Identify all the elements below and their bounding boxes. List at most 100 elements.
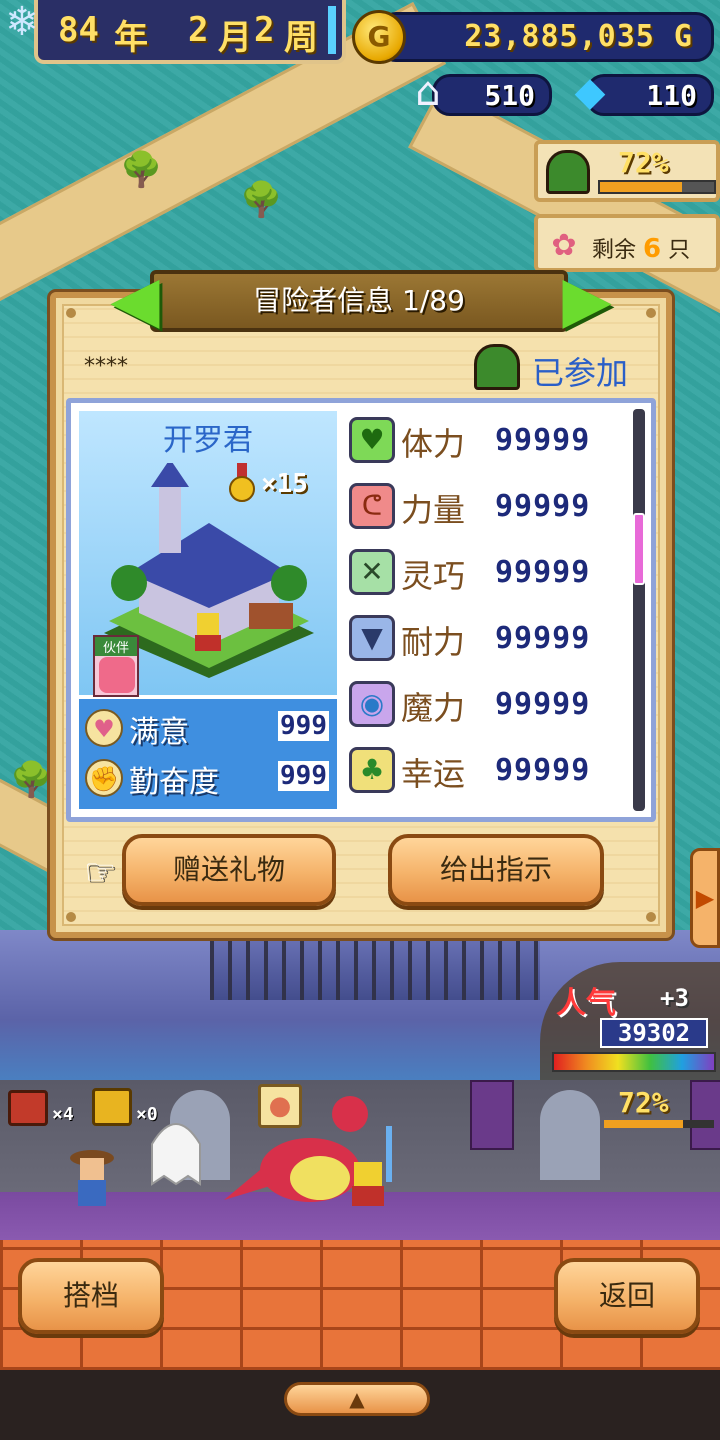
dialog-title: 冒险者信息 1/89 (150, 270, 568, 332)
clover-icon: ♣ (349, 747, 395, 793)
hall-banner (690, 1080, 720, 1150)
dungeon-progress-fill (600, 182, 683, 192)
house-icon: ⌂ (415, 69, 441, 115)
gem-count: 110 (646, 79, 697, 112)
house-count: 510 (484, 79, 535, 112)
shield-icon: ▼ (349, 615, 395, 661)
red-chest-icon (8, 1090, 48, 1126)
give-instruction-button[interactable]: 给出指示 (388, 834, 604, 906)
satisfaction-label: 满意 (129, 715, 189, 750)
monster-icon: ✿ (551, 228, 577, 263)
remaining-text: 剩余 6 只 (592, 232, 690, 264)
stat-label: 幸运 (401, 755, 466, 793)
crystal-icon: ◆ (574, 69, 606, 115)
remaining-unit: 只 (668, 238, 691, 263)
dead-tree-icon: 🌳 (10, 760, 53, 800)
date-display: 84 年 2 月 2 周 (34, 0, 346, 64)
year-value: 84 (58, 10, 99, 50)
week-unit: 周 (284, 18, 318, 58)
corner-nail (646, 308, 656, 318)
stat-label: 体力 (401, 425, 466, 463)
week-value: 2 (254, 10, 275, 50)
satisfaction-row: ♥ 满意 999 (79, 703, 337, 753)
date-scroll-indicator (328, 6, 336, 54)
castle-fence (210, 930, 540, 1000)
hall-progress-percent: 72% (618, 1086, 669, 1119)
popularity-gauge (552, 1052, 716, 1072)
heart-icon: ♥ (349, 417, 395, 463)
hall-progress-fill (604, 1120, 684, 1128)
medal-icon (229, 463, 255, 502)
partner-monster-icon (99, 657, 135, 693)
pointing-hand-icon: ☞ (84, 852, 117, 893)
month-value: 2 (188, 10, 209, 50)
red-chest-count: ×4 (52, 1104, 74, 1125)
magic-orb-icon: ◉ (349, 681, 395, 727)
next-adventurer-arrow-icon[interactable]: ▶ (562, 262, 612, 338)
corner-nail (66, 912, 76, 922)
popularity-bonus: +3 (660, 984, 689, 1012)
dungeon-progress-panel[interactable]: 72% (534, 140, 720, 202)
ghost-sprite (151, 1123, 201, 1186)
remaining-count: 6 (643, 234, 662, 264)
mood-panel: ♥ 满意 999 ✊ 勤奋度 999 (79, 699, 337, 809)
knight-sprite (352, 1126, 392, 1206)
dead-tree-icon: 🌳 (240, 180, 283, 220)
stat-value: 99999 (495, 489, 591, 524)
popularity-label: 人气 (556, 986, 616, 1021)
side-expand-tab[interactable]: ▶ (690, 848, 720, 948)
stat-row-dexterity: ✕ 灵巧 99999 (345, 545, 645, 603)
gold-chest-icon (92, 1088, 132, 1126)
give-gift-button[interactable]: 赠送礼物 (122, 834, 336, 906)
hall-banner (470, 1080, 514, 1150)
stat-value: 99999 (495, 621, 591, 656)
stat-value: 99999 (495, 687, 591, 722)
partner-badge[interactable]: 伙伴 (93, 635, 139, 697)
stat-label: 灵巧 (401, 557, 466, 595)
stats-scroll-thumb[interactable] (633, 513, 645, 585)
partner-button[interactable]: 搭档 (18, 1258, 164, 1334)
diligence-row: ✊ 勤奋度 999 (79, 753, 337, 803)
crossed-swords-icon: ✕ (349, 549, 395, 595)
gold-display: 23,885,035 G (378, 12, 714, 62)
back-button[interactable]: 返回 (554, 1258, 700, 1334)
stat-row-magic: ◉ 魔力 99999 (345, 677, 645, 735)
cave-icon (474, 344, 520, 390)
stat-row-luck: ♣ 幸运 99999 (345, 743, 645, 801)
stat-row-endurance: ▼ 耐力 99999 (345, 611, 645, 669)
hall-progress-bar (604, 1120, 714, 1128)
adventurer-name: 开罗君 (163, 423, 253, 458)
snowflake-icon[interactable]: ❄ (0, 0, 44, 44)
stat-value: 99999 (495, 423, 591, 458)
diligence-label: 勤奋度 (129, 765, 219, 800)
stat-label: 魔力 (401, 689, 466, 727)
cave-icon (546, 150, 590, 194)
gold-value: 23,885,035 G (464, 19, 693, 54)
gold-coin-icon: G (352, 10, 406, 64)
year-unit: 年 (114, 18, 148, 58)
dead-tree-icon: 🌳 (120, 150, 163, 190)
corner-nail (66, 308, 76, 318)
stat-row-stamina: ♥ 体力 99999 (345, 413, 645, 471)
diligence-value: 999 (278, 761, 329, 791)
partner-label: 伙伴 (95, 637, 137, 656)
popularity-value: 39302 (600, 1018, 708, 1048)
stat-value: 99999 (495, 555, 591, 590)
stat-value: 99999 (495, 753, 591, 788)
stat-label: 耐力 (401, 623, 466, 661)
stats-scrollbar[interactable] (633, 409, 645, 811)
fist-icon: ✊ (85, 759, 123, 797)
cowboy-sprite (70, 1150, 114, 1206)
adventurer-info-frame: 开罗君 ×15 伙伴 ♥ 满意 999 ✊ 勤奋度 999 ♥ 体力 99999… (66, 398, 656, 822)
month-unit: 月 (218, 18, 252, 58)
peach-gift-icon: ● (258, 1084, 302, 1128)
satisfaction-value: 999 (278, 711, 329, 741)
participation-status: 已参加 (532, 354, 629, 392)
muscle-icon: ᕦ (349, 483, 395, 529)
prev-adventurer-arrow-icon[interactable]: ◀ (110, 262, 160, 338)
medal-count: ×15 (261, 469, 308, 499)
dungeon-progress-percent: 72% (618, 146, 669, 179)
expand-menu-button[interactable]: ▲ (284, 1382, 430, 1416)
heart-icon: ♥ (85, 709, 123, 747)
remaining-label: 剩余 (592, 238, 637, 263)
